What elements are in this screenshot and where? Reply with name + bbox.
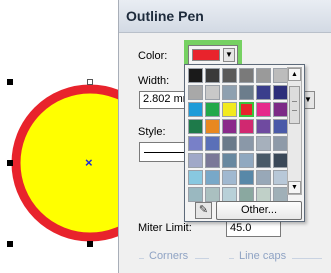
selection-handle-top-left[interactable] bbox=[7, 79, 13, 85]
swatch-grid bbox=[188, 68, 288, 202]
ellipse-shape bbox=[11, 84, 120, 242]
color-swatch[interactable] bbox=[222, 153, 237, 168]
color-swatch[interactable] bbox=[222, 68, 237, 83]
color-swatch[interactable] bbox=[222, 102, 237, 117]
color-swatch[interactable] bbox=[205, 187, 220, 202]
palette-scrollbar[interactable]: ▲ ▼ bbox=[287, 67, 302, 195]
color-swatch[interactable] bbox=[239, 136, 254, 151]
color-swatch[interactable] bbox=[273, 119, 288, 134]
color-picker-button[interactable]: ▼ bbox=[188, 45, 238, 65]
color-swatch[interactable] bbox=[205, 170, 220, 185]
line-caps-group-line-right bbox=[292, 258, 322, 259]
color-swatch[interactable] bbox=[205, 136, 220, 151]
color-swatch[interactable] bbox=[188, 68, 203, 83]
color-swatch[interactable] bbox=[222, 119, 237, 134]
color-swatch[interactable] bbox=[256, 68, 271, 83]
color-swatch[interactable] bbox=[273, 136, 288, 151]
color-swatch[interactable] bbox=[188, 85, 203, 100]
color-swatch[interactable] bbox=[256, 85, 271, 100]
selection-handle-bottom-left[interactable] bbox=[7, 241, 13, 247]
color-swatch[interactable] bbox=[239, 187, 254, 202]
color-swatch[interactable] bbox=[188, 102, 203, 117]
width-label: Width: bbox=[138, 75, 170, 87]
color-swatch[interactable] bbox=[239, 68, 254, 83]
color-swatch[interactable] bbox=[256, 136, 271, 151]
color-swatch[interactable] bbox=[239, 85, 254, 100]
color-palette-popup: ▲ ▼ ✎ Other... bbox=[184, 64, 305, 222]
scroll-up-icon[interactable]: ▲ bbox=[288, 68, 301, 81]
eyedropper-icon[interactable]: ✎ bbox=[195, 202, 212, 219]
corners-group-line-right bbox=[195, 258, 209, 259]
center-marker-icon: × bbox=[85, 155, 93, 170]
color-swatch-selected[interactable] bbox=[239, 102, 254, 117]
color-swatch[interactable] bbox=[205, 68, 220, 83]
width-field[interactable]: 2.802 mm bbox=[139, 91, 189, 109]
corners-group-line bbox=[139, 258, 144, 259]
color-swatch[interactable] bbox=[239, 153, 254, 168]
color-swatch[interactable] bbox=[222, 136, 237, 151]
chevron-down-icon[interactable]: ▼ bbox=[223, 48, 235, 62]
line-caps-group-label: Line caps bbox=[239, 250, 287, 262]
color-swatch[interactable] bbox=[188, 119, 203, 134]
color-swatch[interactable] bbox=[273, 153, 288, 168]
other-colors-button[interactable]: Other... bbox=[216, 201, 302, 220]
scroll-down-icon[interactable]: ▼ bbox=[288, 181, 301, 194]
color-swatch[interactable] bbox=[239, 170, 254, 185]
color-swatch[interactable] bbox=[188, 170, 203, 185]
miter-limit-label: Miter Limit: bbox=[138, 222, 192, 234]
miter-limit-field[interactable]: 45.0 bbox=[226, 220, 281, 237]
selection-handle-top-middle[interactable] bbox=[87, 79, 93, 85]
color-swatch[interactable] bbox=[273, 85, 288, 100]
ellipse-object[interactable] bbox=[0, 0, 120, 273]
style-label: Style: bbox=[138, 126, 166, 138]
color-swatch[interactable] bbox=[239, 119, 254, 134]
selection-handle-bottom-middle[interactable] bbox=[87, 241, 93, 247]
color-swatch[interactable] bbox=[273, 68, 288, 83]
color-swatch[interactable] bbox=[273, 102, 288, 117]
dialog-title: Outline Pen bbox=[126, 8, 204, 24]
color-swatch[interactable] bbox=[188, 136, 203, 151]
color-swatch[interactable] bbox=[273, 170, 288, 185]
color-swatch[interactable] bbox=[205, 153, 220, 168]
selection-handle-middle-left[interactable] bbox=[7, 160, 13, 166]
dialog-title-bar[interactable]: Outline Pen bbox=[119, 0, 331, 33]
color-swatch[interactable] bbox=[222, 170, 237, 185]
corners-group-label: Corners bbox=[149, 250, 189, 262]
color-swatch[interactable] bbox=[256, 153, 271, 168]
color-swatch[interactable] bbox=[222, 85, 237, 100]
color-swatch[interactable] bbox=[256, 187, 271, 202]
color-swatch[interactable] bbox=[273, 187, 288, 202]
color-swatch[interactable] bbox=[205, 119, 220, 134]
color-label: Color: bbox=[138, 50, 168, 62]
line-caps-group-line bbox=[229, 258, 234, 259]
color-swatch[interactable] bbox=[188, 187, 203, 202]
color-swatch[interactable] bbox=[222, 187, 237, 202]
scrollbar-thumb[interactable] bbox=[289, 86, 300, 124]
color-swatch[interactable] bbox=[256, 119, 271, 134]
current-color-swatch bbox=[192, 49, 220, 61]
color-swatch[interactable] bbox=[205, 85, 220, 100]
color-swatch[interactable] bbox=[256, 102, 271, 117]
color-swatch[interactable] bbox=[205, 102, 220, 117]
grip-icon bbox=[292, 101, 297, 111]
color-swatch[interactable] bbox=[188, 153, 203, 168]
color-swatch[interactable] bbox=[256, 170, 271, 185]
